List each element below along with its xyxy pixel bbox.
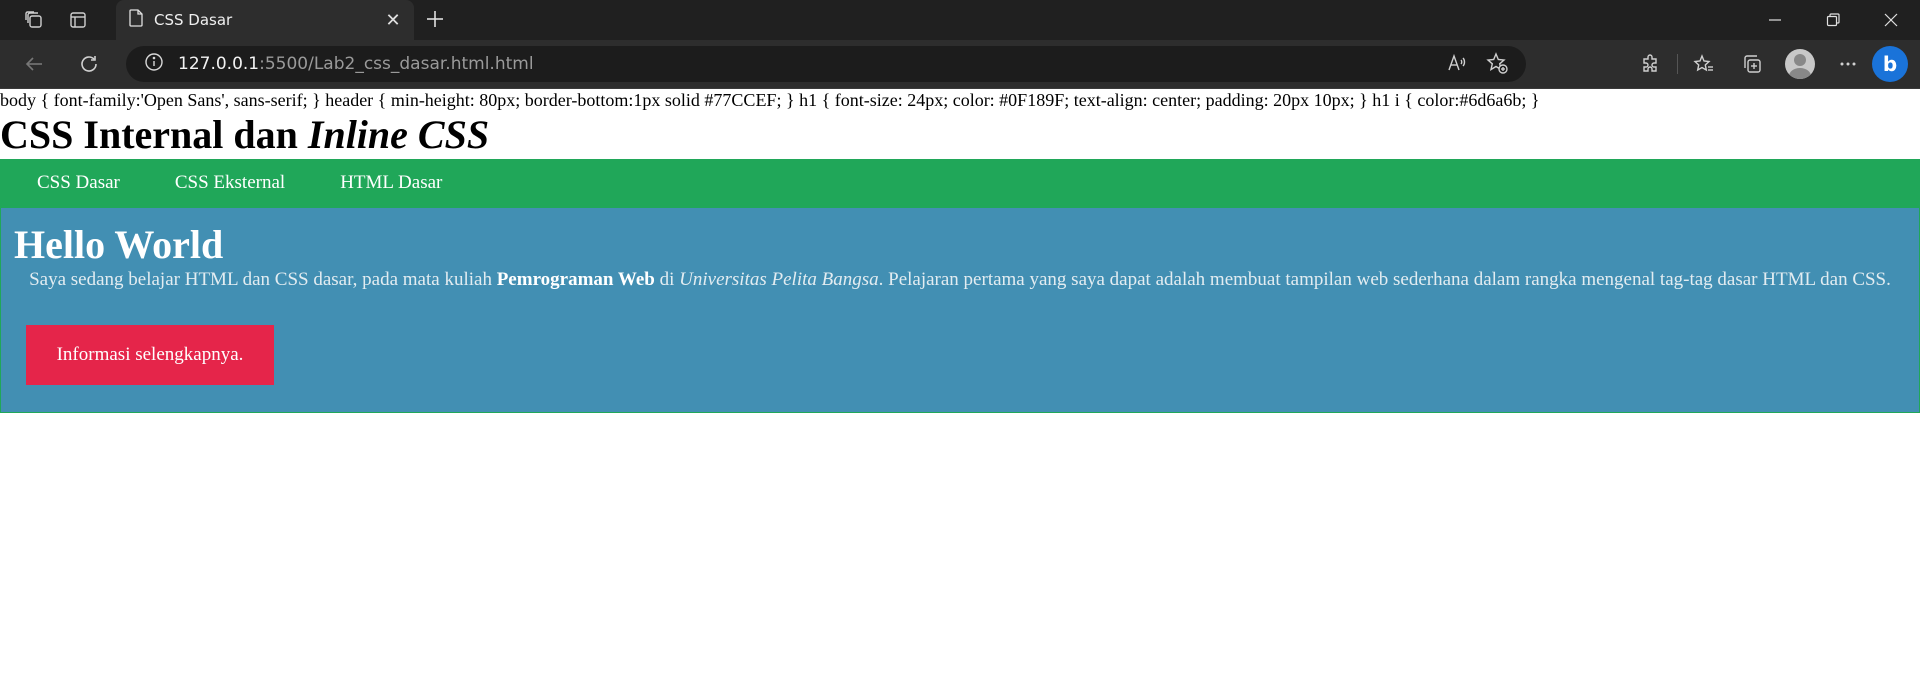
raw-css-text: body { font-family:'Open Sans', sans-ser…: [0, 90, 1540, 110]
profile-avatar-icon: [1785, 49, 1815, 79]
hero-paragraph: Saya sedang belajar HTML dan CSS dasar, …: [13, 268, 1907, 292]
hero-text-bold: Pemrograman Web: [496, 269, 655, 290]
hero-title: Hello World: [14, 222, 224, 267]
nav-link-css-eksternal[interactable]: CSS Eksternal: [175, 172, 285, 194]
address-bar[interactable]: 127.0.0.1:5500/Lab2_css_dasar.html.html: [126, 46, 1526, 82]
more-options-icon[interactable]: [1824, 46, 1872, 82]
profile-button[interactable]: [1776, 46, 1824, 82]
add-favorite-icon[interactable]: [1486, 52, 1508, 79]
copilot-icon[interactable]: b: [1872, 46, 1908, 82]
main-navigation: CSS Dasar CSS Eksternal HTML Dasar: [0, 159, 1920, 207]
page-document-icon: [128, 8, 144, 32]
web-page-content: body { font-family:'Open Sans', sans-ser…: [0, 89, 1920, 413]
title-plain: CSS Internal dan: [0, 112, 308, 157]
title-italic: Inline CSS: [307, 112, 490, 157]
minimize-icon[interactable]: [1746, 0, 1804, 40]
page-title: CSS Internal dan Inline CSS: [0, 111, 1920, 159]
new-tab-icon[interactable]: [424, 8, 446, 35]
browser-tab-bar: CSS Dasar ✕: [0, 0, 1920, 40]
hero-text-italic: Universitas Pelita Bangsa: [679, 269, 879, 290]
tab-actions-icon[interactable]: [66, 8, 90, 32]
tab-title: CSS Dasar: [154, 11, 233, 29]
url-host: 127.0.0.1: [178, 54, 260, 74]
nav-link-html-dasar[interactable]: HTML Dasar: [340, 172, 442, 194]
restore-icon[interactable]: [1804, 0, 1862, 40]
close-tab-icon[interactable]: ✕: [382, 10, 404, 31]
active-tab[interactable]: CSS Dasar ✕: [116, 0, 414, 40]
close-window-icon[interactable]: [1862, 0, 1920, 40]
browser-toolbar: 127.0.0.1:5500/Lab2_css_dasar.html.html …: [0, 40, 1920, 89]
reload-icon[interactable]: [71, 46, 107, 82]
toolbar-divider: [1677, 54, 1678, 74]
url-text: 127.0.0.1:5500/Lab2_css_dasar.html.html: [178, 54, 534, 74]
hero-text-part-1: Saya sedang belajar HTML dan CSS dasar, …: [29, 269, 497, 290]
extensions-icon[interactable]: [1627, 46, 1675, 82]
nav-link-css-dasar[interactable]: CSS Dasar: [37, 172, 120, 194]
hero-section: Hello World Saya sedang belajar HTML dan…: [0, 207, 1920, 413]
workspaces-icon[interactable]: [22, 8, 46, 32]
read-aloud-icon[interactable]: [1446, 52, 1468, 79]
url-path: :5500/Lab2_css_dasar.html.html: [259, 54, 534, 74]
more-info-button[interactable]: Informasi selengkapnya.: [26, 325, 274, 385]
back-arrow-icon[interactable]: [16, 46, 52, 82]
collections-icon[interactable]: [1728, 46, 1776, 82]
hero-text-part-2: di: [654, 269, 680, 290]
favorites-icon[interactable]: [1680, 46, 1728, 82]
hero-text-part-3: . Pelajaran pertama yang saya dapat adal…: [878, 269, 1891, 290]
site-info-icon[interactable]: [144, 52, 164, 77]
